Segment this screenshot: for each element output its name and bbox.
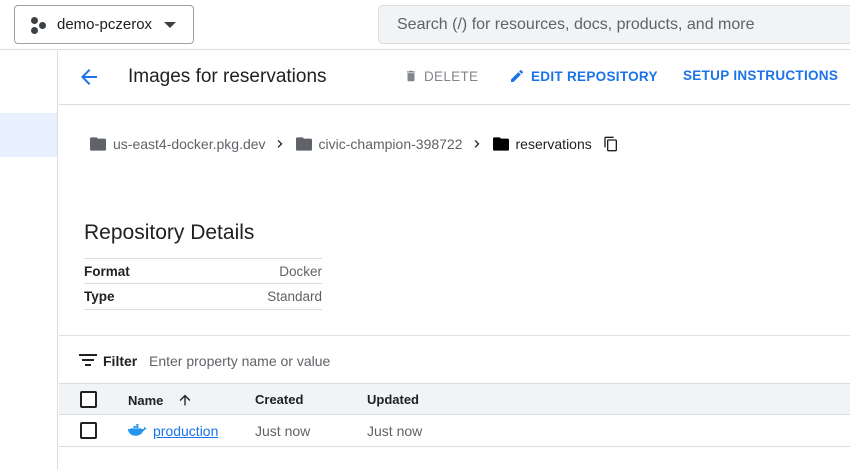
folder-icon — [492, 137, 509, 151]
column-header-label: Name — [128, 392, 164, 408]
caret-down-icon — [164, 21, 177, 28]
row-checkbox[interactable] — [80, 422, 97, 439]
filter-icon — [79, 354, 97, 366]
select-all-checkbox[interactable] — [80, 391, 97, 408]
repository-details-heading: Repository Details — [84, 221, 255, 244]
detail-row-type: Type Standard — [84, 284, 322, 310]
breadcrumb-item-project[interactable]: civic-champion-398722 — [295, 136, 463, 152]
image-name-cell: production — [128, 423, 218, 439]
image-link-production[interactable]: production — [153, 423, 218, 439]
detail-key: Type — [84, 289, 115, 304]
project-icon — [29, 15, 49, 35]
copy-icon[interactable] — [603, 135, 619, 153]
breadcrumb: us-east4-docker.pkg.dev civic-champion-3… — [90, 133, 619, 155]
filter-bar: Filter — [59, 335, 850, 383]
nav-rail-active-item[interactable] — [0, 113, 57, 157]
breadcrumb-label: reservations — [515, 136, 592, 152]
pencil-icon — [511, 69, 524, 82]
filter-input[interactable] — [149, 350, 449, 372]
page-header: Images for reservations DELETE EDIT REPO… — [59, 51, 850, 105]
setup-label: SETUP INSTRUCTIONS — [683, 68, 839, 83]
project-name: demo-pczerox — [57, 16, 153, 33]
filter-label: Filter — [103, 353, 138, 369]
updated-cell: Just now — [367, 423, 423, 439]
search-box[interactable] — [378, 5, 850, 44]
setup-instructions-button[interactable]: SETUP INSTRUCTIONS — [683, 68, 838, 83]
column-header-name[interactable]: Name — [128, 392, 193, 408]
edit-label: EDIT REPOSITORY — [531, 68, 658, 84]
back-arrow-icon[interactable] — [77, 65, 101, 89]
page-title: Images for reservations — [128, 66, 327, 87]
project-picker-button[interactable]: demo-pczerox — [14, 5, 194, 44]
breadcrumb-label: civic-champion-398722 — [318, 136, 463, 152]
created-cell: Just now — [255, 423, 311, 439]
column-header-updated[interactable]: Updated — [367, 392, 419, 407]
detail-key: Format — [84, 263, 130, 279]
detail-row-format: Format Docker — [84, 258, 322, 284]
folder-icon — [295, 137, 312, 151]
breadcrumb-item-registry[interactable]: us-east4-docker.pkg.dev — [90, 136, 266, 152]
chevron-right-icon — [277, 139, 282, 148]
breadcrumb-item-repository: reservations — [492, 135, 619, 153]
docker-icon — [128, 424, 147, 436]
top-bar: demo-pczerox — [0, 0, 850, 50]
column-header-created[interactable]: Created — [255, 392, 303, 407]
chevron-right-icon — [474, 139, 479, 148]
folder-icon — [90, 137, 106, 151]
search-input[interactable] — [397, 15, 837, 34]
delete-label: DELETE — [424, 68, 479, 84]
arrow-up-icon[interactable] — [177, 392, 193, 408]
edit-repository-button[interactable]: EDIT REPOSITORY — [509, 68, 658, 84]
trash-icon — [406, 70, 416, 82]
left-nav-rail — [0, 51, 58, 470]
table-row: production Just now Just now — [59, 415, 850, 447]
detail-value: Docker — [279, 263, 322, 279]
breadcrumb-label: us-east4-docker.pkg.dev — [113, 136, 266, 152]
table-header: Name Created Updated — [59, 383, 850, 415]
detail-value: Standard — [267, 289, 322, 304]
delete-button[interactable]: DELETE — [404, 68, 478, 84]
